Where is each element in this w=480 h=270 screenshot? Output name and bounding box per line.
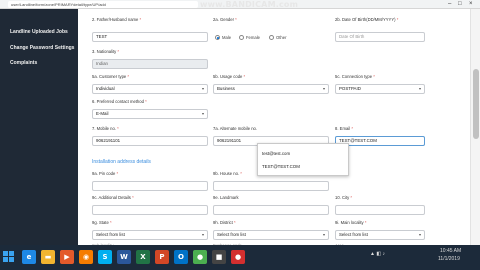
chevron-down-icon: ▾ <box>418 86 421 91</box>
state-select[interactable]: Select from list ▾ <box>92 230 208 240</box>
gender-label: 2a. Gender * <box>213 17 237 22</box>
taskbar: e ▬ ▶ ◉ S W X P O ● ■ ● ▲ ◧ ♪ 10:45 AM 11/1/2019 <box>0 245 480 270</box>
firefox-icon[interactable]: ◉ <box>79 250 93 264</box>
chevron-down-icon: ▾ <box>201 86 204 91</box>
scrollbar[interactable] <box>470 9 480 245</box>
bandicam-watermark: www.BANDICAM.com <box>200 0 299 9</box>
customer-form: 2. Father/Husband name * TEST 2a. Gender… <box>78 9 470 248</box>
autocomplete-item[interactable]: test@test.com <box>262 151 290 156</box>
sidebar-item-change-password[interactable]: Change Password Settings <box>10 45 74 51</box>
gender-male-label: Male <box>222 35 232 40</box>
gender-other-radio[interactable] <box>269 35 274 40</box>
usage-code-select[interactable]: Business ▾ <box>213 84 329 94</box>
folder-icon[interactable]: ▬ <box>41 250 55 264</box>
dob-input[interactable]: Date Of Birth <box>335 32 425 42</box>
gender-female-label: Female <box>246 35 260 40</box>
district-select[interactable]: Select from list ▾ <box>213 230 329 240</box>
installation-address-title: Installation address details <box>92 159 151 165</box>
clock-time[interactable]: 10:45 AM <box>440 248 461 254</box>
maximize-icon[interactable]: □ <box>458 1 462 7</box>
mobile-input[interactable]: 9062191101 <box>92 136 208 146</box>
house-no-input[interactable] <box>213 181 329 191</box>
outlook-icon[interactable]: O <box>174 250 188 264</box>
city-label: 10. City * <box>335 195 353 200</box>
chevron-down-icon: ▾ <box>201 232 204 237</box>
camera-icon[interactable]: ■ <box>212 250 226 264</box>
dob-label: 2b. Date Of Birth(DD/MM/YYYY) * <box>335 17 399 22</box>
bandicam-icon[interactable]: ● <box>231 250 245 264</box>
landmark-input[interactable] <box>213 205 329 215</box>
close-icon[interactable]: × <box>469 1 473 7</box>
connection-type-label: 5c. Connection type * <box>335 74 375 79</box>
gender-female-radio[interactable] <box>239 35 244 40</box>
main-locality-select[interactable]: Select from list ▾ <box>335 230 425 240</box>
connection-type-select[interactable]: POSTPAID ▾ <box>335 84 425 94</box>
city-input[interactable] <box>335 205 425 215</box>
district-label: 9h. District * <box>213 220 236 225</box>
sidebar-item-landline-uploaded-jobs[interactable]: Landline Uploaded Jobs <box>10 29 68 35</box>
clock-date[interactable]: 11/1/2019 <box>438 256 460 262</box>
alt-mobile-label: 7a. Alternate mobile no. <box>213 126 258 131</box>
customer-type-label: 5a. Customer type * <box>92 74 130 79</box>
additional-details-input[interactable] <box>92 205 208 215</box>
minimize-icon[interactable]: – <box>448 1 451 7</box>
media-icon[interactable]: ▶ <box>60 250 74 264</box>
powerpoint-icon[interactable]: P <box>155 250 169 264</box>
browser-toolbar: user/Landline/form/zone/PRIMARYdetail/ty… <box>0 0 480 9</box>
chevron-down-icon: ▾ <box>418 232 421 237</box>
main-locality-label: 9i. Main locality * <box>335 220 367 225</box>
nationality-input[interactable]: Indian <box>92 59 208 69</box>
ie-icon[interactable]: e <box>22 250 36 264</box>
skype-icon[interactable]: S <box>98 250 112 264</box>
chevron-down-icon: ▾ <box>322 86 325 91</box>
sidebar: Landline Uploaded Jobs Change Password S… <box>0 9 78 245</box>
landmark-label: 9e. Landmark <box>213 195 239 200</box>
contact-method-label: 6. Preferred contact method * <box>92 99 147 104</box>
contact-method-select[interactable]: E-Mail ▾ <box>92 109 208 119</box>
fathers-name-input[interactable]: TEST <box>92 32 208 42</box>
address-bar[interactable]: user/Landline/form/zone/PRIMARYdetail/ty… <box>8 1 198 8</box>
gender-other-label: Other <box>276 35 287 40</box>
chevron-down-icon: ▾ <box>322 232 325 237</box>
email-autocomplete-dropdown: test@test.com TEST@TEST.COM <box>257 143 349 176</box>
house-no-label: 9b. House no. * <box>213 171 242 176</box>
chevron-down-icon: ▾ <box>201 111 204 116</box>
windows-start-icon[interactable] <box>3 251 15 263</box>
additional-details-label: 9c. Additional Details * <box>92 195 134 200</box>
tray-icons[interactable]: ▲ ◧ ♪ <box>370 251 385 257</box>
state-label: 9g. State * <box>92 220 112 225</box>
usage-code-label: 5b. Usage code * <box>213 74 246 79</box>
chrome-icon[interactable]: ● <box>193 250 207 264</box>
word-icon[interactable]: W <box>117 250 131 264</box>
mobile-label: 7. Mobile no. * <box>92 126 119 131</box>
autocomplete-item[interactable]: TEST@TEST.COM <box>262 164 300 169</box>
pin-code-input[interactable] <box>92 181 208 191</box>
fathers-name-label: 2. Father/Husband name * <box>92 17 142 22</box>
nationality-label: 3. Nationality * <box>92 49 120 54</box>
sidebar-item-complaints[interactable]: Complaints <box>10 60 37 66</box>
customer-type-select[interactable]: Individual ▾ <box>92 84 208 94</box>
excel-icon[interactable]: X <box>136 250 150 264</box>
pin-code-label: 9a. Pin code * <box>92 171 119 176</box>
scrollbar-thumb[interactable] <box>473 69 479 139</box>
email-label: 8. Email * <box>335 126 353 131</box>
gender-male-radio[interactable] <box>215 35 220 40</box>
